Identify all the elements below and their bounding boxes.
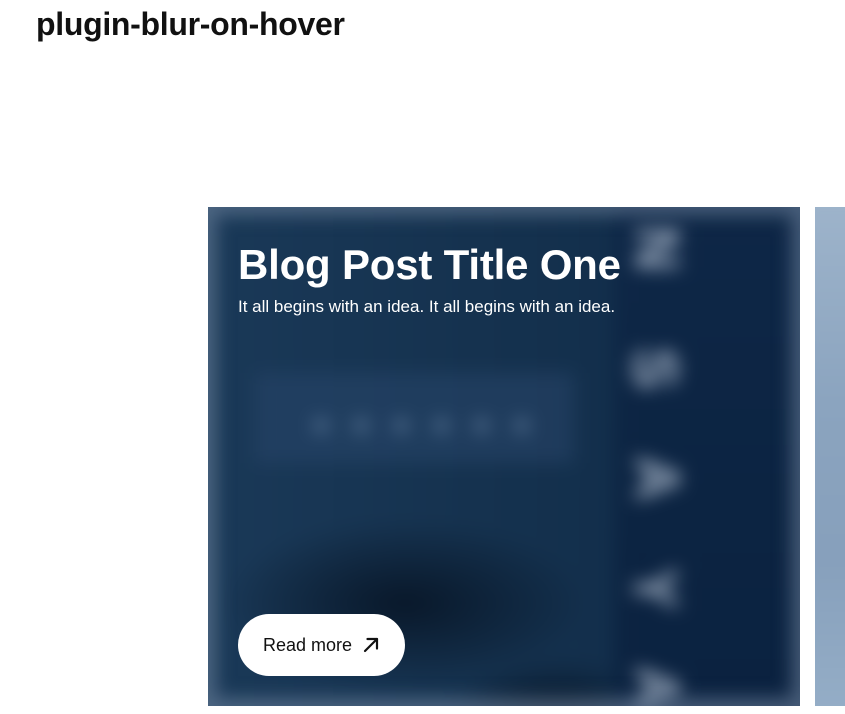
arrow-up-right-icon bbox=[362, 636, 380, 654]
read-more-label: Read more bbox=[263, 634, 353, 655]
blog-post-card[interactable]: ●●●●●● N S A Y A Blog Post Title One It … bbox=[208, 207, 800, 706]
next-blog-post-card[interactable] bbox=[815, 207, 845, 706]
next-card-background-image bbox=[815, 207, 845, 706]
page: plugin-blur-on-hover ●●●●●● N S A Y A Bl… bbox=[0, 0, 845, 714]
card-title[interactable]: Blog Post Title One bbox=[238, 237, 770, 293]
card-content: Blog Post Title One It all begins with a… bbox=[238, 237, 770, 676]
card-excerpt: It all begins with an idea. It all begin… bbox=[238, 297, 616, 316]
read-more-button[interactable]: Read more bbox=[238, 614, 406, 676]
page-title: plugin-blur-on-hover bbox=[36, 6, 345, 42]
